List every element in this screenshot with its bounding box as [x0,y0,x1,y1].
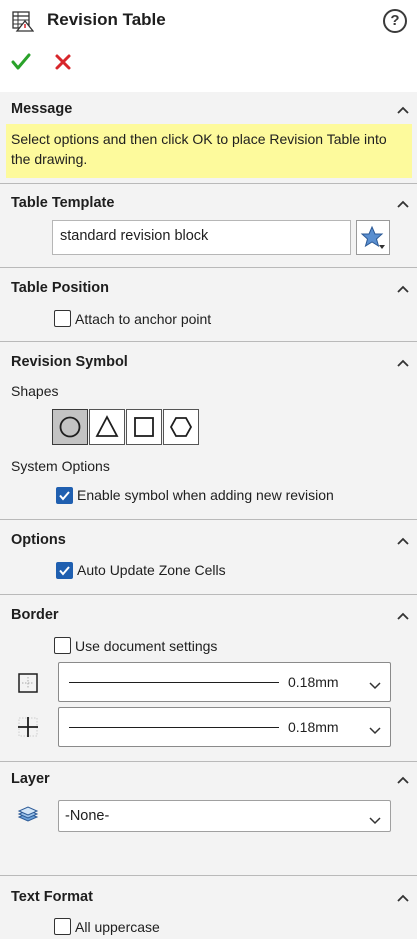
shape-selector [52,409,199,445]
shapes-label: Shapes [11,383,59,399]
use-document-settings-checkbox[interactable] [54,637,71,654]
property-manager-header: Revision Table ? [0,0,417,92]
enable-symbol-checkbox[interactable] [56,487,73,504]
circle-icon [59,416,81,438]
section-title-table-position: Table Position [11,280,110,296]
section-title-layer: Layer [11,771,50,787]
layers-icon [17,806,39,824]
collapse-layer-icon[interactable] [395,773,411,785]
attach-anchor-label: Attach to anchor point [75,311,212,327]
shape-square-button[interactable] [126,409,162,445]
chevron-down-icon [368,677,382,690]
grid-border-dropdown[interactable]: 0.18mm [58,707,391,747]
all-uppercase-checkbox[interactable] [54,918,71,935]
layer-value: -None- [65,808,110,824]
triangle-icon [95,415,119,437]
message-box: Select options and then click OK to plac… [6,124,412,178]
collapse-text-format-icon[interactable] [395,891,411,903]
cancel-button[interactable] [51,50,75,74]
revision-table-icon [12,10,35,32]
divider [0,341,417,342]
auto-update-checkbox[interactable] [56,562,73,579]
checkmark-icon [11,53,31,70]
system-options-label: System Options [11,458,110,474]
ok-button[interactable] [9,50,33,74]
help-icon[interactable]: ? [383,9,407,33]
checkmark-icon [59,566,70,576]
divider [0,875,417,876]
collapse-message-icon[interactable] [395,103,411,115]
use-document-settings-label: Use document settings [75,638,218,654]
layer-dropdown[interactable]: -None- [58,800,391,832]
box-border-dropdown[interactable]: 0.18mm [58,662,391,702]
section-title-text-format: Text Format [11,889,93,905]
divider [0,761,417,762]
line-weight-preview [69,682,279,683]
chevron-down-icon [368,722,382,735]
favorite-button[interactable] [356,220,390,255]
divider [0,594,417,595]
favorite-star-icon [360,225,385,249]
collapse-options-icon[interactable] [395,534,411,546]
square-icon [134,417,154,437]
box-border-icon [17,672,39,694]
template-field[interactable]: standard revision block [52,220,351,255]
collapse-border-icon[interactable] [395,609,411,621]
chevron-down-icon [368,812,382,825]
divider [0,519,417,520]
enable-symbol-label: Enable symbol when adding new revision [77,487,334,503]
attach-anchor-checkbox[interactable] [54,310,71,327]
section-title-table-template: Table Template [11,195,115,211]
grid-border-value: 0.18mm [288,719,339,735]
section-title-options: Options [11,532,66,548]
collapse-table-template-icon[interactable] [395,197,411,209]
shape-circle-button[interactable] [52,409,88,445]
x-icon [55,54,71,70]
line-weight-preview [69,727,279,728]
divider [0,183,417,184]
collapse-table-position-icon[interactable] [395,282,411,294]
hexagon-icon [169,417,193,437]
collapse-revision-symbol-icon[interactable] [395,356,411,368]
checkmark-icon [59,491,70,501]
divider [0,267,417,268]
section-title-border: Border [11,607,59,623]
grid-border-icon [17,716,39,738]
shape-hexagon-button[interactable] [163,409,199,445]
section-title-revision-symbol: Revision Symbol [11,354,128,370]
shape-triangle-button[interactable] [89,409,125,445]
auto-update-label: Auto Update Zone Cells [77,562,226,578]
page-title: Revision Table [47,10,166,29]
box-border-value: 0.18mm [288,674,339,690]
all-uppercase-label: All uppercase [75,919,160,935]
section-title-message: Message [11,101,73,117]
